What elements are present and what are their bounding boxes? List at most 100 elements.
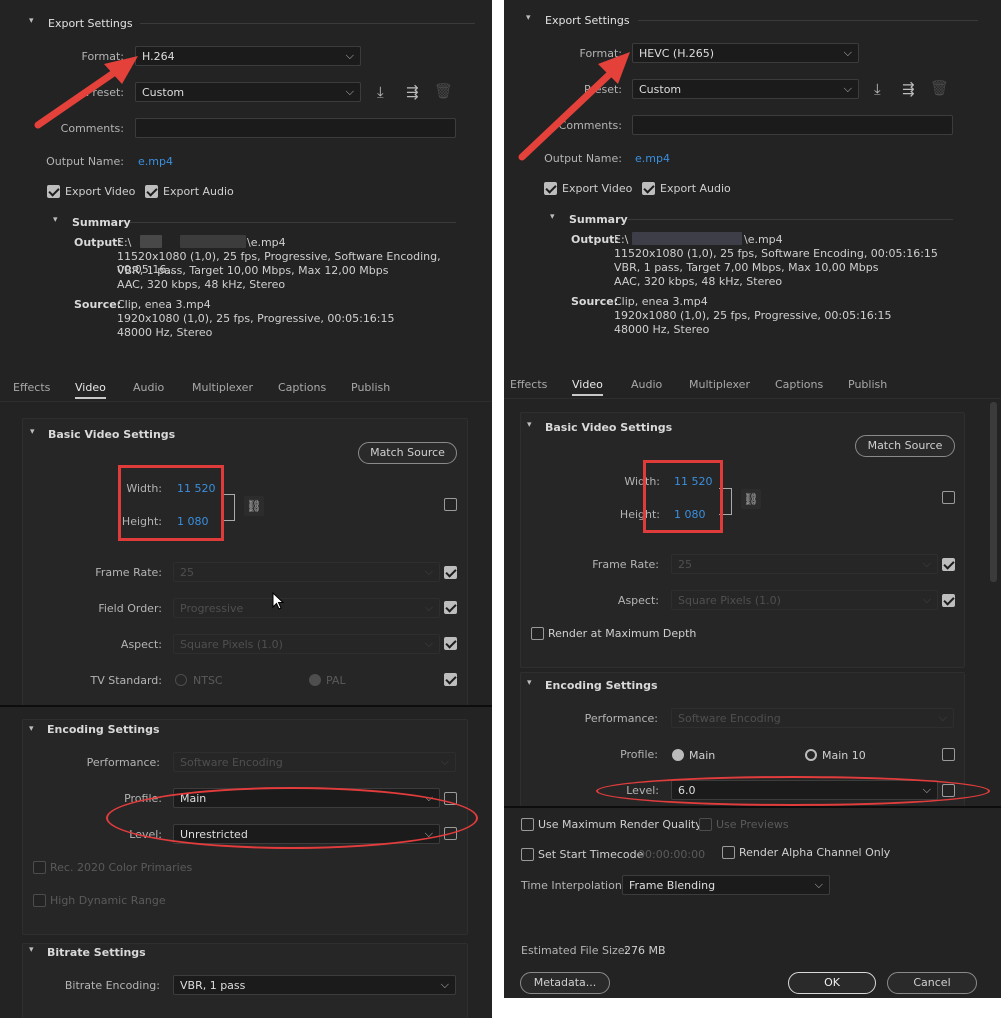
- collapse-chevron-icon[interactable]: ▾: [527, 678, 532, 688]
- frame-rate-dropdown[interactable]: 25 ⌵: [173, 562, 440, 582]
- field-order-checkbox[interactable]: [444, 601, 457, 614]
- tab-divider: [0, 401, 492, 402]
- field-order-value: Progressive: [180, 602, 244, 615]
- chevron-down-icon: ⌵: [814, 878, 823, 891]
- ok-button[interactable]: OK: [788, 972, 876, 994]
- aspect-dropdown[interactable]: Square Pixels (1.0) ⌵: [671, 590, 938, 610]
- chevron-down-icon: ⌵: [922, 593, 931, 606]
- collapse-chevron-icon[interactable]: ▾: [29, 724, 34, 734]
- frame-rate-label: Frame Rate:: [592, 558, 659, 571]
- link-chain-icon[interactable]: ⛓: [741, 489, 761, 509]
- profile-label: Profile:: [620, 748, 658, 761]
- tv-standard-checkbox[interactable]: [444, 673, 457, 686]
- match-source-button[interactable]: Match Source: [855, 435, 955, 457]
- time-interp-dropdown[interactable]: Frame Blending ⌵: [622, 875, 830, 895]
- start-timecode-checkbox[interactable]: [521, 848, 534, 861]
- frame-rate-label: Frame Rate:: [95, 566, 162, 579]
- profile-main-label: Main: [689, 749, 716, 762]
- field-order-dropdown[interactable]: Progressive ⌵: [173, 598, 440, 618]
- match-source-button[interactable]: Match Source: [358, 442, 457, 464]
- pal-radio[interactable]: [309, 674, 321, 686]
- time-interp-label: Time Interpolation:: [521, 879, 626, 892]
- scrollbar[interactable]: [990, 402, 997, 582]
- frame-rate-dropdown[interactable]: 25 ⌵: [671, 554, 938, 574]
- render-alpha-checkbox[interactable]: [722, 846, 735, 859]
- basic-video-title: Basic Video Settings: [48, 428, 176, 441]
- max-render-quality-checkbox[interactable]: [521, 818, 534, 831]
- frame-rate-value: 25: [678, 558, 692, 571]
- profile-main-radio[interactable]: [672, 749, 684, 761]
- rec2020-label: Rec. 2020 Color Primaries: [50, 861, 193, 874]
- performance-value: Software Encoding: [180, 756, 283, 769]
- dimension-override-checkbox[interactable]: [444, 498, 457, 511]
- performance-dropdown[interactable]: Software Encoding ⌵: [671, 708, 954, 728]
- level-highlight-ellipse: [596, 776, 990, 806]
- chevron-down-icon: ⌵: [922, 557, 931, 570]
- collapse-chevron-icon[interactable]: ▾: [30, 427, 35, 437]
- render-max-depth-checkbox[interactable]: [531, 627, 544, 640]
- chevron-down-icon: ⌵: [440, 755, 449, 768]
- dimension-override-checkbox[interactable]: [942, 491, 955, 504]
- link-chain-icon[interactable]: ⛓: [244, 496, 264, 516]
- collapse-chevron-icon[interactable]: ▾: [29, 945, 34, 955]
- chevron-down-icon: ⌵: [424, 601, 433, 614]
- bitrate-encoding-dropdown[interactable]: VBR, 1 pass ⌵: [173, 975, 456, 995]
- bitrate-encoding-value: VBR, 1 pass: [180, 979, 246, 992]
- pal-label: PAL: [326, 674, 346, 687]
- collapse-chevron-icon[interactable]: ▾: [527, 420, 532, 430]
- mouse-cursor-icon: [272, 591, 285, 610]
- cancel-button[interactable]: Cancel: [887, 972, 977, 994]
- aspect-value: Square Pixels (1.0): [678, 594, 781, 607]
- left-encoding-panel: ▾ Encoding Settings Performance: Softwar…: [0, 705, 492, 1018]
- tab-captions[interactable]: Captions: [278, 381, 326, 394]
- level-highlight-ellipse: [106, 787, 478, 849]
- use-previews-checkbox[interactable]: [699, 818, 712, 831]
- left-export-settings-panel: ▾ Export Settings Format: H.264 ⌵ Preset…: [0, 0, 492, 1018]
- performance-label: Performance:: [86, 756, 160, 769]
- chevron-down-icon: ⌵: [440, 978, 449, 991]
- bitrate-encoding-label: Bitrate Encoding:: [64, 979, 160, 992]
- file-size-label: Estimated File Size:: [521, 944, 629, 957]
- performance-label: Performance:: [584, 712, 658, 725]
- field-order-label: Field Order:: [98, 602, 162, 615]
- arrow-annotation: [518, 52, 630, 161]
- aspect-label: Aspect:: [617, 594, 659, 607]
- bitrate-title: Bitrate Settings: [47, 946, 146, 959]
- tab-video[interactable]: Video: [75, 381, 106, 399]
- tab-multiplexer[interactable]: Multiplexer: [192, 381, 253, 394]
- tab-audio[interactable]: Audio: [133, 381, 164, 394]
- hdr-label: High Dynamic Range: [50, 894, 166, 907]
- ntsc-label: NTSC: [193, 674, 223, 687]
- rec2020-checkbox[interactable]: [33, 861, 46, 874]
- render-max-depth-label: Render at Maximum Depth: [548, 627, 697, 640]
- tab-divider: [504, 398, 1001, 399]
- right-footer-panel: Use Maximum Render Quality Use Previews …: [504, 806, 1001, 998]
- performance-dropdown[interactable]: Software Encoding ⌵: [173, 752, 456, 772]
- chevron-down-icon: ⌵: [424, 565, 433, 578]
- right-export-settings-panel: ▾ Export Settings Format: HEVC (H.265) ⌵…: [504, 0, 1001, 998]
- aspect-checkbox[interactable]: [942, 594, 955, 607]
- dimension-highlight-box: [118, 465, 224, 541]
- hdr-checkbox[interactable]: [33, 894, 46, 907]
- frame-rate-checkbox[interactable]: [444, 566, 457, 579]
- profile-checkbox[interactable]: [942, 748, 955, 761]
- encoding-title: Encoding Settings: [545, 679, 658, 692]
- metadata-button[interactable]: Metadata...: [520, 972, 610, 994]
- tab-video[interactable]: Video: [572, 378, 603, 396]
- tab-effects[interactable]: Effects: [13, 381, 50, 394]
- time-interp-value: Frame Blending: [629, 879, 716, 892]
- aspect-value: Square Pixels (1.0): [180, 638, 283, 651]
- start-timecode-label: Set Start Timecode: [538, 848, 644, 861]
- profile-main10-radio[interactable]: [805, 749, 817, 761]
- use-previews-label: Use Previews: [716, 818, 789, 831]
- encoding-title: Encoding Settings: [47, 723, 160, 736]
- ntsc-radio[interactable]: [175, 674, 187, 686]
- frame-rate-value: 25: [180, 566, 194, 579]
- arrow-annotation: [34, 56, 138, 129]
- frame-rate-checkbox[interactable]: [942, 558, 955, 571]
- tab-publish[interactable]: Publish: [351, 381, 390, 394]
- file-size-value: 276 MB: [624, 944, 666, 957]
- aspect-checkbox[interactable]: [444, 637, 457, 650]
- aspect-dropdown[interactable]: Square Pixels (1.0) ⌵: [173, 634, 440, 654]
- timecode-value: 00:00:00:00: [638, 848, 706, 861]
